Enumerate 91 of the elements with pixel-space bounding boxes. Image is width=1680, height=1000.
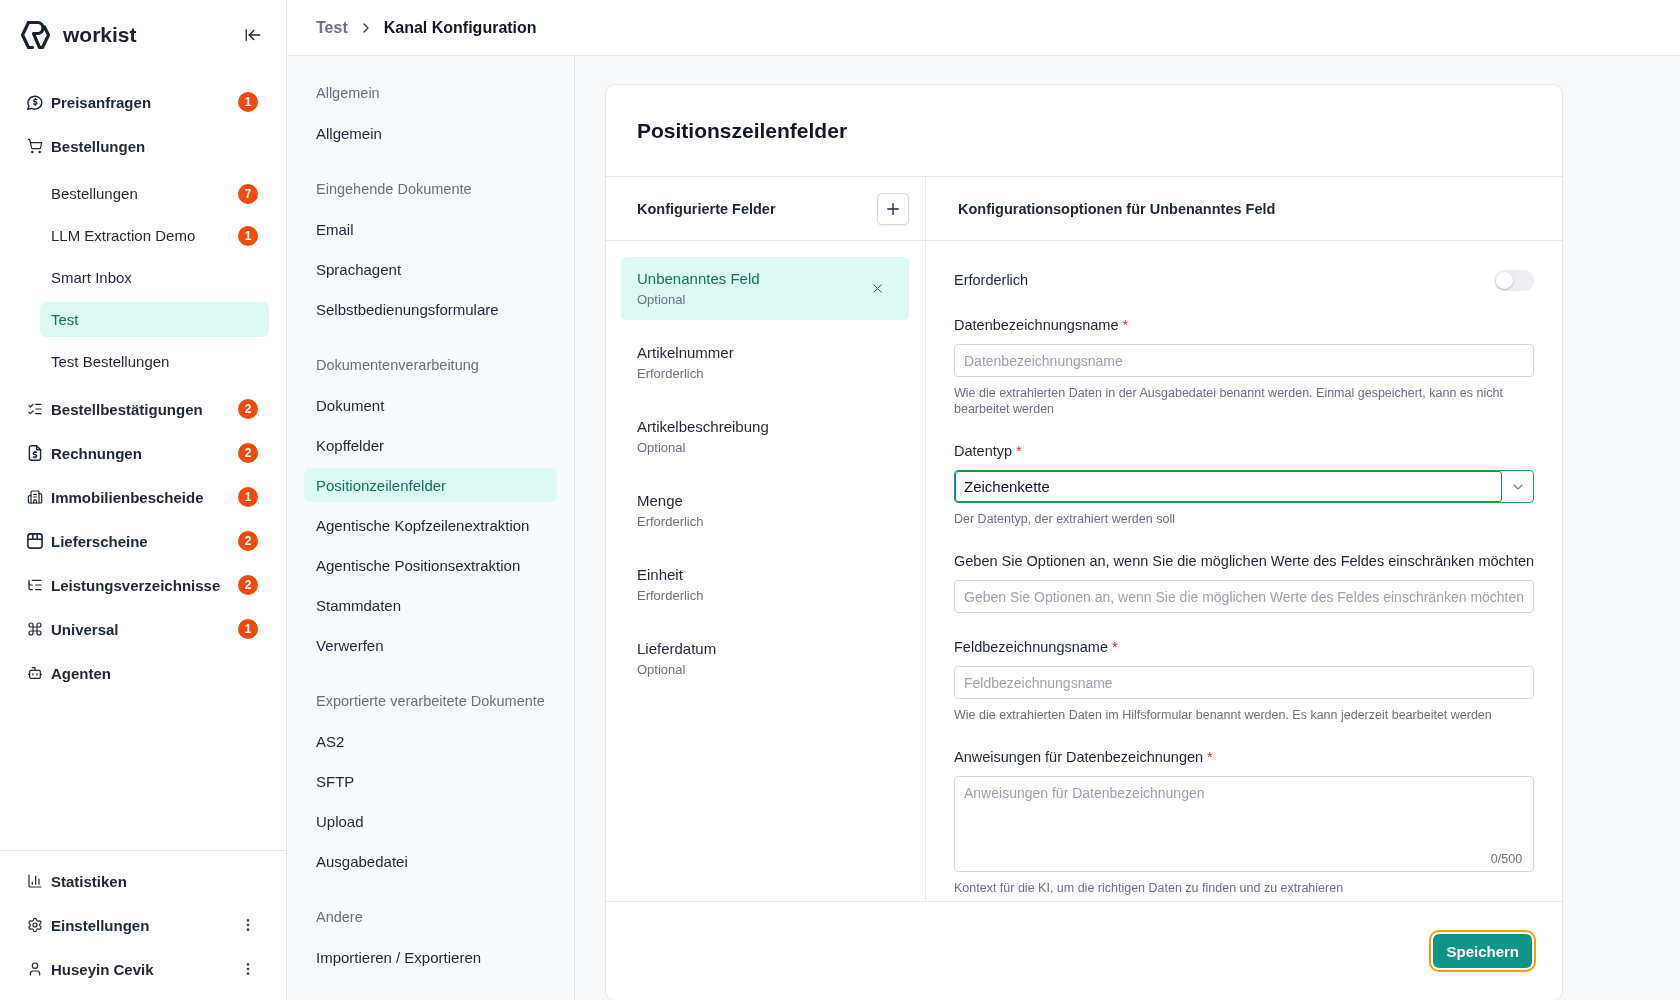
logo-text: workist (63, 23, 137, 47)
sidebar-item[interactable]: Universal (27, 607, 238, 651)
settings-icon (27, 917, 43, 933)
sidebar-item[interactable]: Bestellungen (27, 124, 258, 168)
field-list-item[interactable]: Menge Erforderlich (621, 479, 909, 542)
sidebar-item[interactable]: Bestellbestätigungen (27, 387, 238, 431)
sidebar-item[interactable]: Immobilienbescheide (27, 475, 238, 519)
settings-nav-item[interactable]: Positionzeilenfelder (304, 468, 557, 502)
settings-nav-item[interactable]: Ausgabedatei (304, 844, 557, 878)
help-text: Wie die extrahierten Daten in der Ausgabedatei benannt werden. Einmal gespeichert, kann es nicht bearbeitet werden (954, 385, 1504, 417)
count-badge: 2 (238, 399, 258, 419)
character-counter: 0/500 (1490, 852, 1523, 866)
settings-nav-item[interactable]: Stammdaten (304, 588, 557, 622)
nav-section-heading: Allgemein (315, 84, 381, 103)
count-badge: 1 (238, 619, 258, 639)
settings-nav-item[interactable]: Agentische Kopfzeilenextraktion (304, 508, 557, 542)
input-field[interactable]: Feldbezeichnungsname (954, 666, 1535, 699)
checklist-icon (27, 401, 43, 417)
sidebar-item[interactable]: Preisanfragen (27, 80, 238, 124)
chat-dollar-icon (27, 94, 43, 110)
sidebar-item[interactable]: Test (40, 302, 269, 337)
select-field[interactable]: Zeichenkette (954, 470, 1535, 503)
close-icon[interactable] (870, 281, 885, 296)
box-icon (27, 533, 43, 549)
count-badge: 2 (238, 531, 258, 551)
help-text: Wie die extrahierten Daten im Hilfsformular benannt werden. Es kann jederzeit bearbeitet werden (954, 707, 1493, 723)
nav-section-heading: Exportierte verarbeitete Dokumente (315, 692, 546, 711)
nav-section-heading: Dokumentenverarbeitung (315, 356, 480, 375)
sidebar-item[interactable]: Lieferscheine (27, 519, 238, 563)
settings-nav-item[interactable]: SFTP (304, 764, 557, 798)
help-text: Kontext für die KI, um die richtigen Daten zu finden und zu extrahieren (954, 880, 1345, 896)
building-icon (27, 489, 43, 505)
sidebar-item[interactable]: Bestellungen (40, 176, 238, 211)
sidebar-item[interactable]: Einstellungen (27, 903, 240, 947)
field-label: Datenbezeichnungsname * (954, 316, 1130, 335)
sidebar-item[interactable]: Huseyin Cevik (27, 947, 240, 991)
nav-section-heading: Eingehende Dokumente (315, 180, 473, 199)
settings-nav-item[interactable]: Selbstbedienungsformulare (304, 292, 557, 326)
settings-nav-item[interactable]: Dokument (304, 388, 557, 422)
count-badge: 2 (238, 443, 258, 463)
settings-nav-item[interactable]: Importieren / Exportieren (304, 940, 557, 974)
sidebar-item[interactable]: Agenten (27, 651, 258, 695)
field-label: Anweisungen für Datenbezeichnungen * (954, 748, 1214, 767)
file-dollar-icon (27, 445, 43, 461)
field-label: Datentyp * (954, 442, 1023, 461)
count-badge: 1 (238, 92, 258, 112)
settings-nav-item[interactable]: Upload (304, 804, 557, 838)
sidebar-item[interactable]: LLM Extraction Demo (40, 218, 238, 253)
robot-icon (27, 665, 43, 681)
settings-nav-item[interactable]: Kopffelder (304, 428, 557, 462)
arrow-left-to-line-icon[interactable] (244, 26, 262, 44)
panel-title: Konfigurierte Felder (637, 200, 776, 217)
list-tree-icon (27, 577, 43, 593)
sidebar-item[interactable]: Rechnungen (27, 431, 238, 475)
cart-icon (27, 138, 43, 154)
field-list-item[interactable]: Artikelnummer Erforderlich (621, 331, 909, 394)
count-badge: 7 (238, 183, 258, 204)
field-label: Geben Sie Optionen an, wenn Sie die möglichen Werte des Feldes einschränken möchten (954, 552, 1535, 571)
settings-nav-item[interactable]: Verwerfen (304, 628, 557, 662)
sidebar-item[interactable]: Leistungsverzeichnisse (27, 563, 238, 607)
sidebar-item[interactable]: Test Bestellungen (40, 344, 269, 379)
field-label: Feldbezeichnungsname * (954, 638, 1119, 657)
user-icon (27, 961, 43, 977)
command-icon (27, 621, 43, 637)
input-field[interactable]: Datenbezeichnungsname (954, 344, 1535, 377)
settings-nav-item[interactable]: Allgemein (304, 116, 557, 150)
count-badge: 2 (238, 575, 258, 595)
field-list-item[interactable]: Einheit Erforderlich (621, 553, 909, 616)
sidebar-item[interactable]: Statistiken (27, 859, 258, 903)
settings-nav-item[interactable]: Email (304, 212, 557, 246)
input-field[interactable]: Geben Sie Optionen an, wenn Sie die möglichen Werte des Feldes einschränken möchten (954, 580, 1535, 613)
count-badge: 1 (238, 487, 258, 507)
toggle-switch[interactable] (1494, 269, 1535, 291)
nav-section-heading: Andere (315, 908, 364, 927)
add-field-button[interactable] (877, 192, 909, 225)
field-list-item[interactable]: Artikelbeschreibung Optional (621, 405, 909, 468)
toggle-label: Erforderlich (954, 272, 1029, 288)
bar-chart-icon (27, 873, 43, 889)
count-badge: 1 (238, 225, 258, 246)
page-title: Kanal Konfiguration (383, 18, 537, 37)
card-title: Positionszeilenfelder (606, 85, 1562, 177)
panel-title: Konfigurationsoptionen für Unbenanntes Feld (958, 200, 1276, 217)
sidebar-item[interactable]: Smart Inbox (40, 260, 269, 295)
settings-nav-item[interactable]: AS2 (304, 724, 557, 758)
logo-icon (20, 20, 52, 50)
breadcrumb-link[interactable]: Test (316, 18, 348, 37)
settings-nav-item[interactable]: Sprachagent (304, 252, 557, 286)
help-text: Der Datentyp, der extrahiert werden soll (954, 511, 1176, 527)
field-list-item[interactable]: Lieferdatum Optional (621, 627, 909, 690)
settings-nav-item[interactable]: Agentische Positionsextraktion (304, 548, 557, 582)
field-list-item[interactable]: Unbenanntes Feld Optional (621, 257, 909, 320)
